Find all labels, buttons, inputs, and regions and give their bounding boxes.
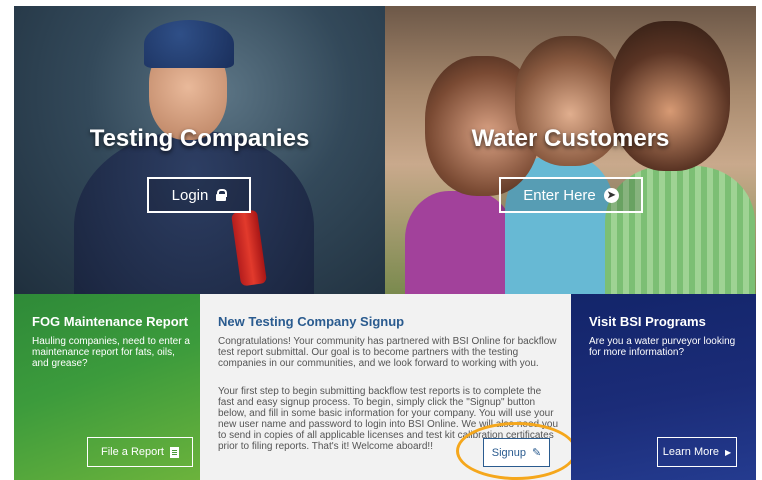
signup-paragraph-1: Congratulations! Your community has part… [218, 336, 557, 369]
signup-title: New Testing Company Signup [218, 314, 405, 329]
caret-right-icon: ▶ [725, 447, 732, 457]
login-button[interactable]: Login [147, 177, 251, 213]
worker-cap-illustration [144, 20, 234, 68]
enter-here-button[interactable]: Enter Here ➤ [499, 177, 643, 213]
file-text-icon [169, 446, 179, 458]
pencil-icon: ✎ [532, 447, 542, 459]
enter-here-button-label: Enter Here [523, 186, 596, 204]
water-customers-title: Water Customers [471, 125, 670, 152]
fog-description: Hauling companies, need to enter a maint… [32, 336, 190, 369]
signup-button-label: Signup [491, 446, 527, 459]
testing-companies-panel: Testing Companies Login [14, 6, 385, 294]
fog-maintenance-panel: FOG Maintenance Report Hauling companies… [14, 294, 200, 480]
bsi-programs-panel: Visit BSI Programs Are you a water purve… [571, 294, 756, 480]
login-button-label: Login [171, 186, 209, 204]
bsi-title: Visit BSI Programs [589, 314, 706, 329]
learn-more-button[interactable]: Learn More ▶ [657, 437, 737, 467]
testing-companies-title: Testing Companies [89, 125, 310, 152]
file-a-report-label: File a Report [101, 446, 164, 458]
fog-title: FOG Maintenance Report [32, 314, 189, 329]
water-customers-panel: Water Customers Enter Here ➤ [385, 6, 756, 294]
bsi-description: Are you a water purveyor looking for mor… [589, 336, 736, 358]
circle-arrow-right-icon: ➤ [603, 187, 619, 203]
file-a-report-button[interactable]: File a Report [87, 437, 193, 467]
lock-icon [216, 189, 228, 201]
signup-panel: New Testing Company Signup Congratulatio… [200, 294, 577, 480]
signup-button[interactable]: Signup ✎ [483, 438, 550, 467]
learn-more-label: Learn More [662, 446, 720, 458]
